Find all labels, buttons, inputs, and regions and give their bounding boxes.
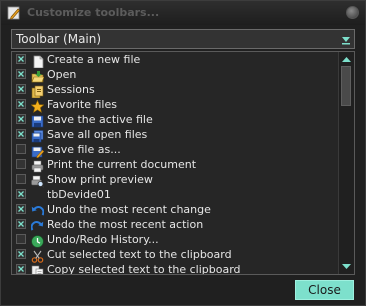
- list-item[interactable]: Copy selected text to the clipboard: [12, 262, 338, 275]
- check-x-icon: [18, 56, 24, 62]
- check-x-icon: [18, 131, 24, 137]
- list-item-label: Show print preview: [47, 173, 153, 186]
- list-item-label: Cut selected text to the clipboard: [47, 248, 232, 261]
- checkbox-unchecked[interactable]: [16, 174, 26, 184]
- checkbox-checked[interactable]: [16, 114, 26, 124]
- list-item[interactable]: tbDevide01: [12, 187, 338, 202]
- save-as-icon: [31, 143, 45, 159]
- check-x-icon: [18, 206, 24, 212]
- check-x-icon: [18, 251, 24, 257]
- check-x-icon: [18, 101, 24, 107]
- checkbox-unchecked[interactable]: [16, 159, 26, 169]
- check-x-icon: [18, 266, 24, 272]
- list-item[interactable]: Save file as...: [12, 142, 338, 159]
- list-item[interactable]: Undo/Redo History...: [12, 232, 338, 248]
- printer-icon: [31, 158, 44, 173]
- check-x-icon: [18, 221, 24, 227]
- checkbox-checked[interactable]: [16, 219, 26, 229]
- list-item-label: Save file as...: [47, 143, 121, 156]
- scrollbar-thumb[interactable]: [341, 66, 351, 106]
- checkbox-checked[interactable]: [16, 99, 26, 109]
- list-item[interactable]: Redo the most recent action: [12, 217, 338, 232]
- list-item-label: Undo/Redo History...: [47, 233, 159, 246]
- checkbox-checked[interactable]: [16, 69, 26, 79]
- list-item[interactable]: Cut selected text to the clipboard: [12, 247, 338, 263]
- checkbox-unchecked[interactable]: [16, 234, 26, 244]
- list-item[interactable]: Save all open files: [12, 127, 338, 143]
- list-item-label: Undo the most recent change: [47, 203, 211, 216]
- redo-icon: [30, 218, 44, 231]
- copy-icon: [31, 263, 44, 274]
- chevron-down-icon[interactable]: [339, 31, 353, 47]
- check-x-icon: [18, 71, 24, 77]
- toolbar-items-rows: Create a new file Open Sessions Favorite fi…: [12, 52, 338, 275]
- checkbox-checked[interactable]: [16, 264, 26, 274]
- list-item[interactable]: Sessions: [12, 82, 338, 99]
- list-item-label: Sessions: [47, 83, 95, 96]
- list-item[interactable]: Favorite files: [12, 97, 338, 113]
- undo-icon: [31, 203, 45, 216]
- list-item[interactable]: Save the active file: [12, 112, 338, 128]
- checkbox-checked[interactable]: [16, 204, 26, 214]
- check-x-icon: [18, 86, 24, 92]
- title-bar: Customize toolbars...: [1, 1, 365, 25]
- checkbox-checked[interactable]: [16, 249, 26, 259]
- list-item[interactable]: Print the current document: [12, 157, 338, 173]
- list-item-label: Open: [47, 68, 77, 81]
- check-x-icon: [18, 191, 24, 197]
- scroll-down-arrow-icon[interactable]: [339, 261, 354, 273]
- checkbox-checked[interactable]: [16, 129, 26, 139]
- toolbar-select[interactable]: Toolbar (Main): [11, 29, 355, 49]
- toolbar-items-list[interactable]: Create a new file Open Sessions Favorite fi…: [11, 51, 355, 275]
- vertical-scrollbar[interactable]: [338, 52, 354, 274]
- list-item-label: Copy selected text to the clipboard: [47, 263, 241, 275]
- cut-icon: [31, 248, 44, 263]
- scroll-up-arrow-icon[interactable]: [339, 53, 354, 65]
- print-preview-icon: [31, 173, 45, 188]
- list-item[interactable]: Open: [12, 67, 338, 83]
- app-pencil-icon: [7, 6, 20, 20]
- customize-toolbars-dialog: Customize toolbars... Toolbar (Main) Cre…: [0, 0, 366, 306]
- close-button[interactable]: Close: [295, 280, 354, 300]
- star-icon: [30, 98, 45, 113]
- open-folder-icon: [31, 68, 45, 83]
- sessions-icon: [31, 83, 44, 99]
- list-item-label: Redo the most recent action: [47, 218, 204, 231]
- history-icon: [31, 233, 44, 248]
- list-item-label: Save all open files: [47, 128, 148, 141]
- list-item-label: tbDevide01: [47, 188, 111, 201]
- toolbar-select-value: Toolbar (Main): [16, 32, 102, 46]
- checkbox-unchecked[interactable]: [16, 144, 26, 154]
- checkbox-checked[interactable]: [16, 54, 26, 64]
- new-file-icon: [31, 53, 44, 69]
- list-item[interactable]: Show print preview: [12, 172, 338, 188]
- list-item[interactable]: Create a new file: [12, 52, 338, 69]
- help-button[interactable]: [346, 6, 359, 19]
- window-title: Customize toolbars...: [27, 6, 160, 19]
- check-x-icon: [18, 116, 24, 122]
- checkbox-checked[interactable]: [16, 189, 26, 199]
- list-item-label: Create a new file: [47, 53, 141, 66]
- list-item-label: Print the current document: [47, 158, 197, 171]
- save-all-icon: [31, 128, 44, 143]
- list-item-label: Favorite files: [47, 98, 117, 111]
- checkbox-checked[interactable]: [16, 84, 26, 94]
- list-item[interactable]: Undo the most recent change: [12, 202, 338, 217]
- save-icon: [31, 113, 44, 128]
- list-item-label: Save the active file: [47, 113, 153, 126]
